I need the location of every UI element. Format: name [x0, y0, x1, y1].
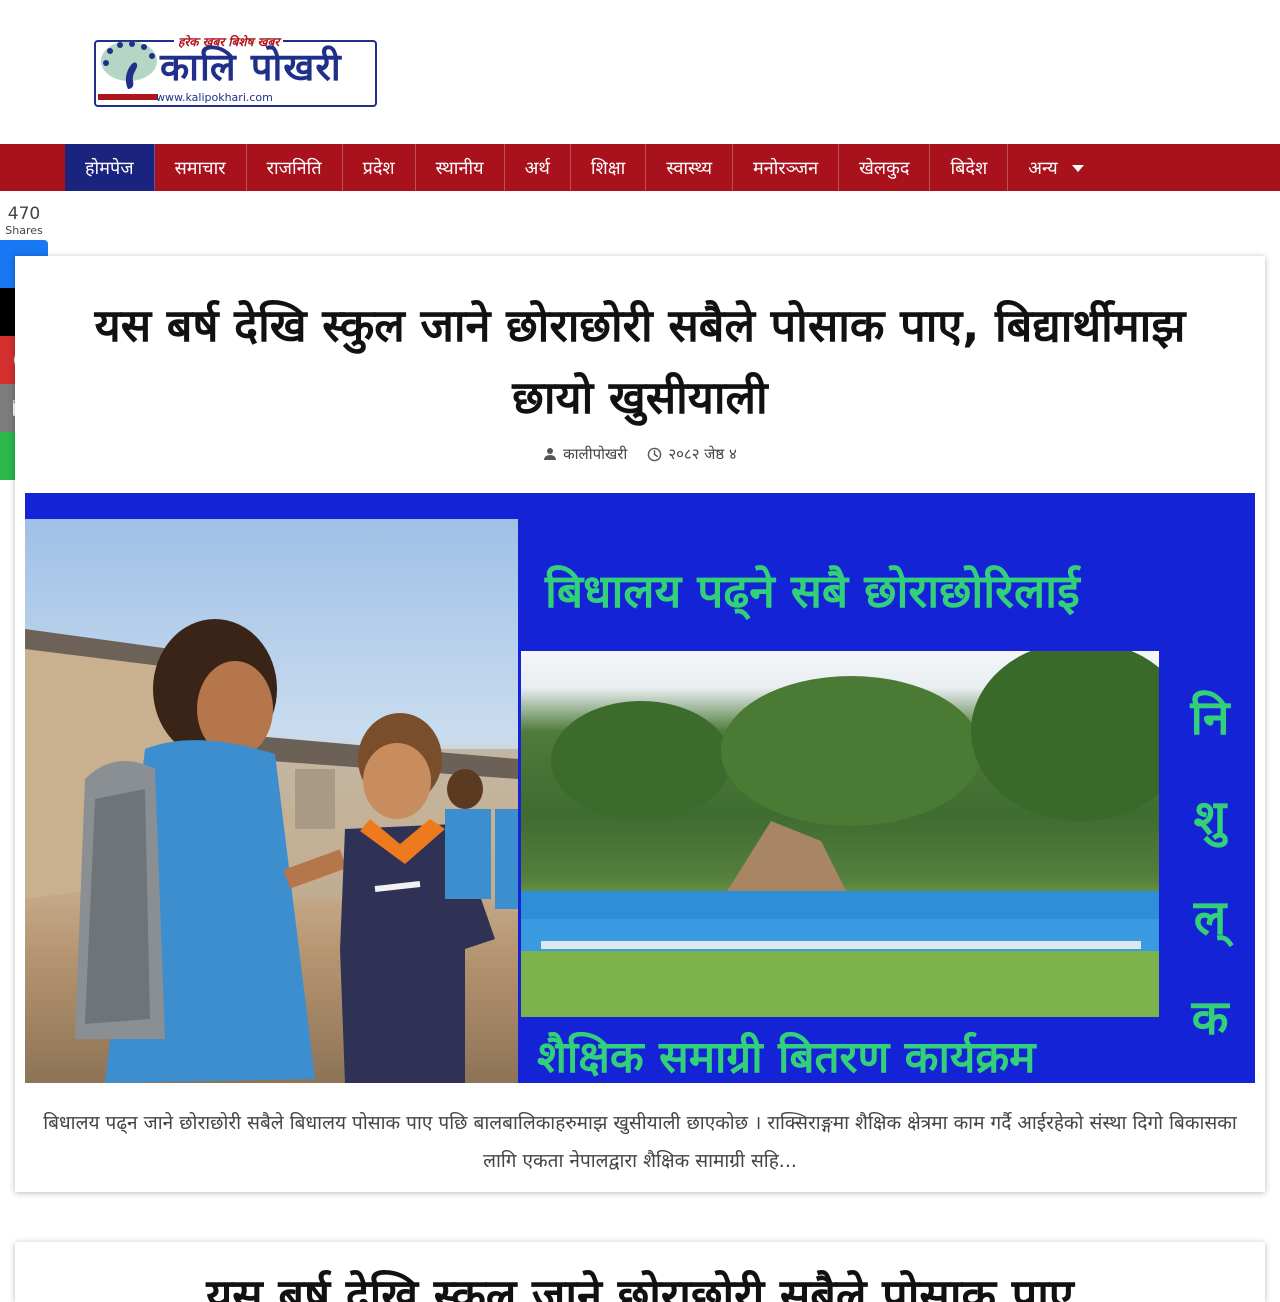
nav-label: राजनिति: [266, 157, 322, 179]
nav-item-news[interactable]: समाचार: [155, 144, 247, 191]
hero-vertical-char: शु: [1193, 790, 1227, 846]
article-card: यस बर्ष देखि स्कुल जाने छोराछोरी सबैले प…: [15, 256, 1265, 1192]
children-uniform-photo: [25, 519, 518, 1083]
nav-item-home[interactable]: होमपेज: [65, 144, 155, 191]
nav-label: अर्थ: [524, 157, 550, 179]
publish-date: २०८२ जेष्ठ ४: [668, 445, 737, 463]
peacock-icon: [101, 41, 157, 89]
hero-vertical-char: नि: [1190, 690, 1230, 746]
nav-label: शिक्षा: [590, 157, 626, 179]
author-name: कालीपोखरी: [563, 445, 628, 463]
nav-item-sports[interactable]: खेलकुद: [839, 144, 931, 191]
share-counter: 470 Shares: [0, 204, 48, 238]
next-article-title[interactable]: यस बर्ष देखि स्कुल जाने छोराछोरी सबैले प…: [15, 1266, 1265, 1302]
chevron-down-icon: [1071, 165, 1084, 172]
main-navigation: होमपेज समाचार राजनिति प्रदेश स्थानीय अर्…: [0, 144, 1280, 191]
nav-label: प्रदेश: [362, 157, 395, 179]
logo-accent-bar: [98, 94, 158, 100]
hero-vertical-text: नि शु ल् क: [1175, 668, 1245, 1068]
article-summary: बिधालय पढ्न जाने छोराछोरी सबैले बिधालय प…: [43, 1112, 1237, 1172]
article-meta: कालीपोखरी २०८२ जेष्ठ ४: [15, 444, 1265, 464]
clock-icon: [648, 447, 662, 461]
nav-label: खेलकुद: [859, 157, 910, 179]
nav-item-foreign[interactable]: बिदेश: [930, 144, 1009, 191]
nav-label: स्वास्थ्य: [666, 157, 713, 179]
next-article-card: यस बर्ष देखि स्कुल जाने छोराछोरी सबैले प…: [15, 1242, 1265, 1302]
nav-label: मनोरञ्जन: [753, 157, 819, 179]
nav-item-health[interactable]: स्वास्थ्य: [646, 144, 734, 191]
logo-url: www.kalipokhari.com: [156, 91, 273, 104]
nav-item-province[interactable]: प्रदेश: [343, 144, 416, 191]
article-featured-image[interactable]: बिधालय पढ्ने सबै छोराछोरिलाई नि शु ल् क …: [25, 493, 1255, 1083]
share-count-label: Shares: [5, 224, 43, 237]
site-header: हरेक खबर बिशेष खबर कालि पोखरी www.kalipo…: [0, 0, 1280, 144]
nav-item-education[interactable]: शिक्षा: [571, 144, 647, 191]
hero-vertical-char: ल्: [1193, 890, 1227, 946]
logo-title: कालि पोखरी: [160, 45, 342, 89]
nav-label: स्थानीय: [435, 157, 484, 179]
site-logo[interactable]: हरेक खबर बिशेष खबर कालि पोखरी www.kalipo…: [94, 33, 377, 107]
nav-label: अन्य: [1028, 157, 1058, 179]
hero-footer-text: शैक्षिक समाग्री बितरण कार्यक्रम: [537, 1032, 1036, 1083]
nav-item-entertainment[interactable]: मनोरञ्जन: [733, 144, 840, 191]
user-icon: [544, 448, 557, 460]
hero-vertical-char: क: [1191, 990, 1229, 1046]
author-meta[interactable]: कालीपोखरी: [543, 444, 627, 464]
nav-item-other[interactable]: अन्य: [1008, 144, 1104, 191]
nav-item-economy[interactable]: अर्थ: [505, 144, 571, 191]
share-count: 470: [7, 204, 41, 224]
hero-headline: बिधालय पढ्ने सबै छोराछोरिलाई: [545, 564, 1080, 618]
date-meta: २०८२ जेष्ठ ४: [647, 444, 737, 464]
article-title[interactable]: यस बर्ष देखि स्कुल जाने छोराछोरी सबैले प…: [75, 290, 1205, 434]
nav-item-local[interactable]: स्थानीय: [416, 144, 505, 191]
nav-item-politics[interactable]: राजनिति: [247, 144, 343, 191]
nav-label: होमपेज: [85, 157, 134, 179]
nav-label: समाचार: [174, 157, 226, 179]
nav-label: बिदेश: [950, 157, 988, 179]
group-students-photo: [521, 651, 1159, 1017]
